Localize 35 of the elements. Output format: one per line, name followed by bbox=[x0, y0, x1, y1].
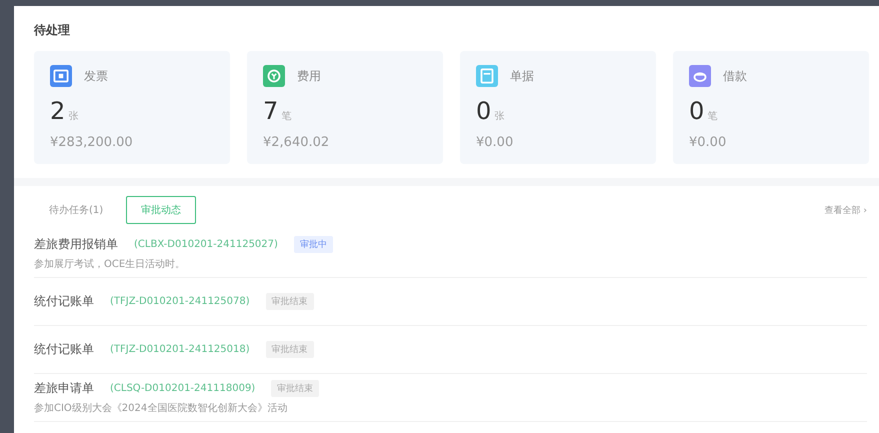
form-number: (TFJZ-D010201-241125078) bbox=[110, 296, 250, 307]
form-note: 参加展厅考试，OCE生日活动时。 bbox=[34, 258, 186, 271]
amount-value: ¥2,640.02 bbox=[263, 135, 330, 150]
summary-card[interactable]: 借款 0 笔 ¥0.00 bbox=[673, 51, 869, 164]
form-title[interactable]: 统付记账单 bbox=[34, 293, 94, 310]
section-title: 待处理 bbox=[34, 22, 71, 39]
status-tag: 审批结束 bbox=[266, 341, 314, 358]
form-number: (CLBX-D010201-241125027) bbox=[134, 239, 278, 250]
summary-card[interactable]: 单据 0 张 ¥0.00 bbox=[460, 51, 656, 164]
form-number: (CLSQ-D010201-241118009) bbox=[110, 383, 256, 394]
count-unit: 笔 bbox=[281, 110, 292, 123]
status-tag: 审批中 bbox=[294, 236, 333, 253]
count-unit: 张 bbox=[494, 110, 504, 123]
form-title[interactable]: 差旅费用报销单 bbox=[34, 236, 118, 253]
count-value: 0 bbox=[476, 97, 492, 125]
status-tag: 审批结束 bbox=[266, 293, 314, 310]
amount-value: ¥0.00 bbox=[476, 135, 514, 150]
form-title[interactable]: 差旅申请单 bbox=[34, 380, 94, 397]
form-number: (TFJZ-D010201-241125018) bbox=[110, 344, 250, 355]
count-unit: 张 bbox=[68, 110, 78, 123]
card-label: 发票 bbox=[84, 68, 108, 84]
count-value: 7 bbox=[263, 97, 278, 125]
amount-value: ¥0.00 bbox=[689, 135, 728, 150]
card-label: 借款 bbox=[723, 68, 747, 84]
form-note: 参加CIO级别大会《2024全国医院数智化创新大会》活动 bbox=[34, 402, 288, 415]
card-label: 单据 bbox=[510, 68, 534, 84]
count-unit: 笔 bbox=[707, 110, 718, 123]
summary-card[interactable]: 费用 7 笔 ¥2,640.02 bbox=[247, 51, 443, 164]
summary-card[interactable]: 发票 2 张 ¥283,200.00 bbox=[34, 51, 230, 164]
count-value: 0 bbox=[689, 97, 704, 125]
amount-value: ¥283,200.00 bbox=[50, 135, 134, 150]
status-tag: 审批结束 bbox=[271, 380, 320, 397]
count-value: 2 bbox=[50, 97, 66, 125]
card-label: 费用 bbox=[297, 68, 321, 84]
form-title[interactable]: 统付记账单 bbox=[34, 341, 94, 358]
